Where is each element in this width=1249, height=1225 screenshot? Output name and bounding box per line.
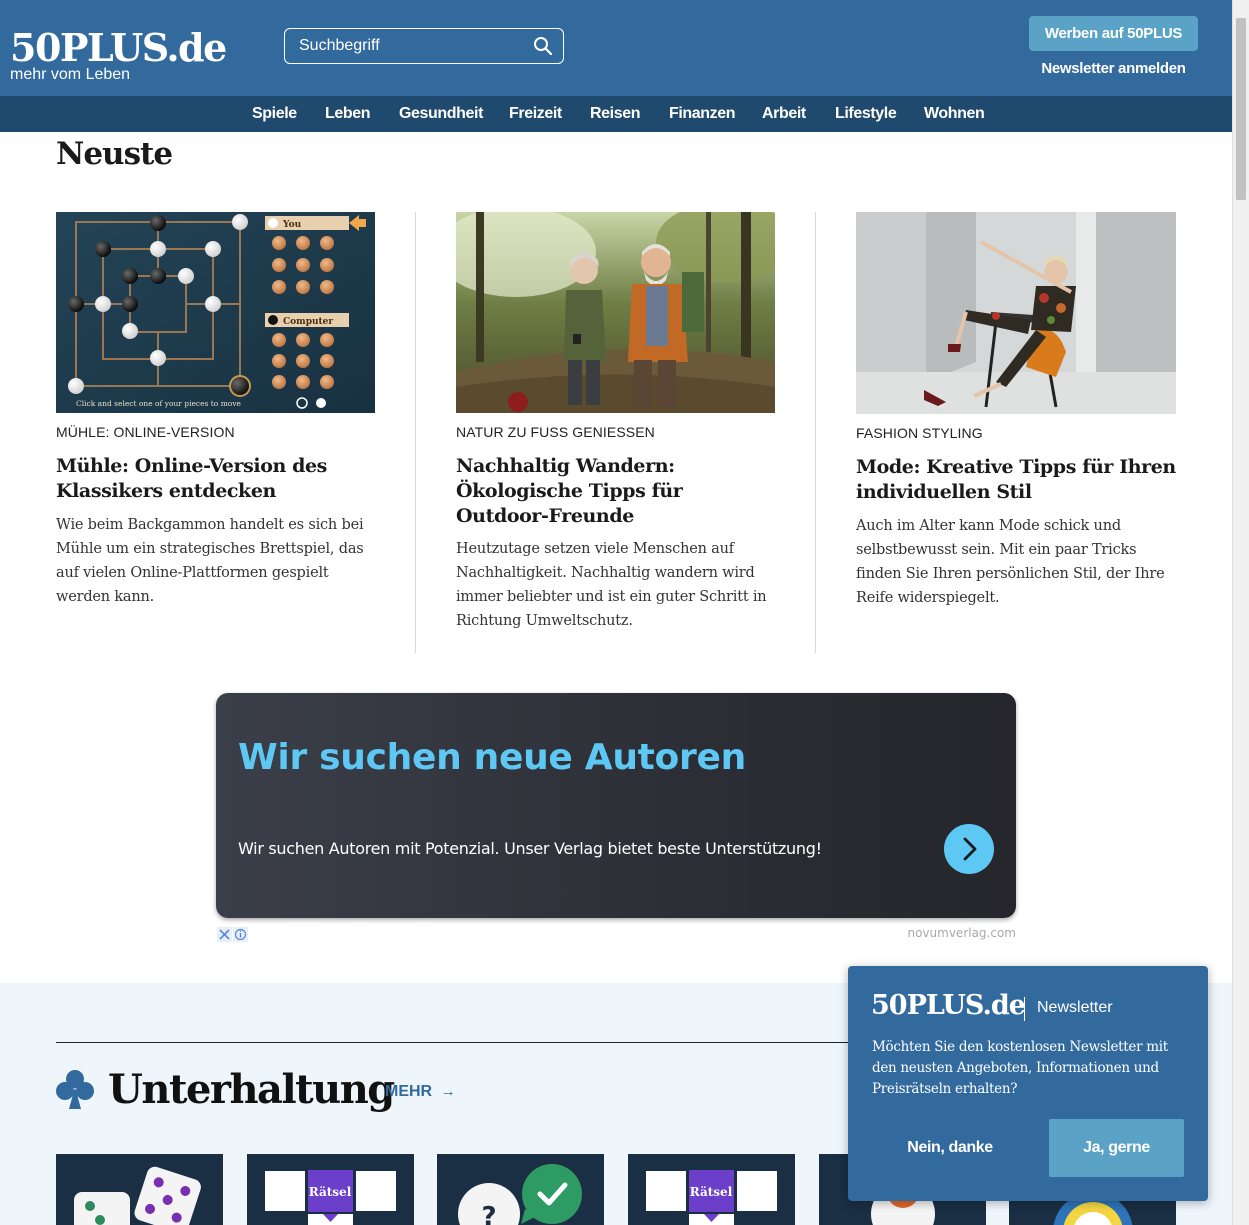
- muehle-game-image[interactable]: You Computer Click and select one of you…: [56, 212, 375, 413]
- popup-message: Möchten Sie den kostenlosen Newsletter m…: [872, 1039, 1168, 1097]
- more-link-label: MEHR: [385, 1083, 433, 1100]
- section-title-unterhaltung: Unterhaltung: [108, 1066, 395, 1113]
- game-tile-dice[interactable]: [56, 1154, 223, 1225]
- search-input[interactable]: [299, 29, 529, 62]
- newsletter-popup: 50PLUS.de Newsletter Möchten Sie den kos…: [848, 966, 1208, 1201]
- site-logo[interactable]: 50PLUS.de mehr vom Leben: [10, 25, 227, 84]
- raetsel-label: Rätsel: [309, 1185, 352, 1199]
- article-title[interactable]: Mode: Kreative Tipps für Ihren individue…: [856, 455, 1176, 505]
- dice-icon: [74, 1166, 201, 1225]
- search-icon[interactable]: [533, 36, 553, 56]
- hiking-couple-image[interactable]: [456, 212, 775, 413]
- chevron-right-icon: [963, 837, 977, 861]
- nav-item-lifestyle[interactable]: Lifestyle: [835, 96, 897, 132]
- article-kicker: Natur zu Fuß genießen: [456, 424, 655, 440]
- ad-source[interactable]: novumverlag.com: [880, 926, 1016, 940]
- logo-tagline: mehr vom Leben: [10, 66, 131, 83]
- article-teaser: Heutzutage setzen viele Menschen auf Nac…: [456, 541, 767, 629]
- article-kicker: Fashion Styling: [856, 425, 983, 441]
- article-title[interactable]: Mühle: Online-Version des Klassikers ent…: [56, 454, 376, 504]
- game-tile-quiz[interactable]: ?: [437, 1154, 604, 1225]
- arrow-right-icon: →: [440, 1083, 456, 1100]
- nav-item-finanzen[interactable]: Finanzen: [669, 96, 736, 132]
- article-teaser: Wie beim Backgammon handelt es sich bei …: [56, 517, 364, 605]
- logo-wordmark: 50PLUS.de: [10, 25, 227, 70]
- fashion-woman-image[interactable]: [856, 212, 1176, 414]
- nav-item-reisen[interactable]: Reisen: [590, 96, 640, 132]
- article-teaser: Auch im Alter kann Mode schick und selbs…: [856, 518, 1165, 606]
- nav-item-leben[interactable]: Leben: [325, 96, 371, 132]
- article-title[interactable]: Nachhaltig Wandern: Ökologische Tipps fü…: [456, 454, 776, 529]
- ad-arrow-button[interactable]: [944, 824, 994, 874]
- ad-text[interactable]: Wir suchen Autoren mit Potenzial. Unser …: [238, 839, 822, 858]
- muehle-you-label: You: [282, 220, 302, 230]
- article-kicker: Mühle: Online-Version: [56, 424, 235, 440]
- newsletter-signup-link[interactable]: Newsletter anmelden: [1029, 60, 1198, 77]
- scrollbar-thumb[interactable]: [1236, 18, 1246, 200]
- nav-item-gesundheit[interactable]: Gesundheit: [399, 96, 483, 132]
- club-icon: [56, 1070, 94, 1109]
- muehle-hint-text: Click and select one of your pieces to m…: [76, 399, 242, 408]
- popup-separator: [1024, 997, 1025, 1021]
- raetsel-label: Rätsel: [690, 1185, 733, 1199]
- section-title-neuste: Neuste: [56, 136, 173, 172]
- muehle-computer-label: Computer: [283, 317, 333, 327]
- site-header: 50PLUS.de mehr vom Leben Werben auf 50PL…: [0, 0, 1232, 96]
- column-divider: [815, 212, 816, 653]
- decline-button[interactable]: Nein, danke: [872, 1119, 1028, 1177]
- more-link[interactable]: MEHR →: [385, 1083, 456, 1101]
- advertise-button[interactable]: Werben auf 50PLUS: [1029, 16, 1198, 51]
- column-divider: [415, 212, 416, 653]
- main-navigation: Spiele Leben Gesundheit Freizeit Reisen …: [0, 96, 1232, 132]
- nav-item-wohnen[interactable]: Wohnen: [924, 96, 985, 132]
- popup-logo: 50PLUS.de: [871, 990, 1026, 1021]
- ad-choices-icon[interactable]: [217, 927, 248, 942]
- game-tile-raetsel-1[interactable]: Rätsel: [247, 1154, 414, 1225]
- nav-item-freizeit[interactable]: Freizeit: [509, 96, 562, 132]
- popup-newsletter-label: Newsletter: [1037, 999, 1113, 1016]
- search-box: [284, 28, 564, 64]
- game-tile-raetsel-2[interactable]: Rätsel: [628, 1154, 795, 1225]
- page-scrollbar[interactable]: [1232, 0, 1249, 1225]
- ad-banner[interactable]: Wir suchen neue Autoren Wir suchen Autor…: [216, 693, 1016, 918]
- accept-button[interactable]: Ja, gerne: [1049, 1119, 1184, 1177]
- question-mark-icon: ?: [481, 1202, 496, 1225]
- nav-item-arbeit[interactable]: Arbeit: [762, 96, 806, 132]
- nav-item-spiele[interactable]: Spiele: [252, 96, 297, 132]
- ad-title[interactable]: Wir suchen neue Autoren: [238, 737, 746, 778]
